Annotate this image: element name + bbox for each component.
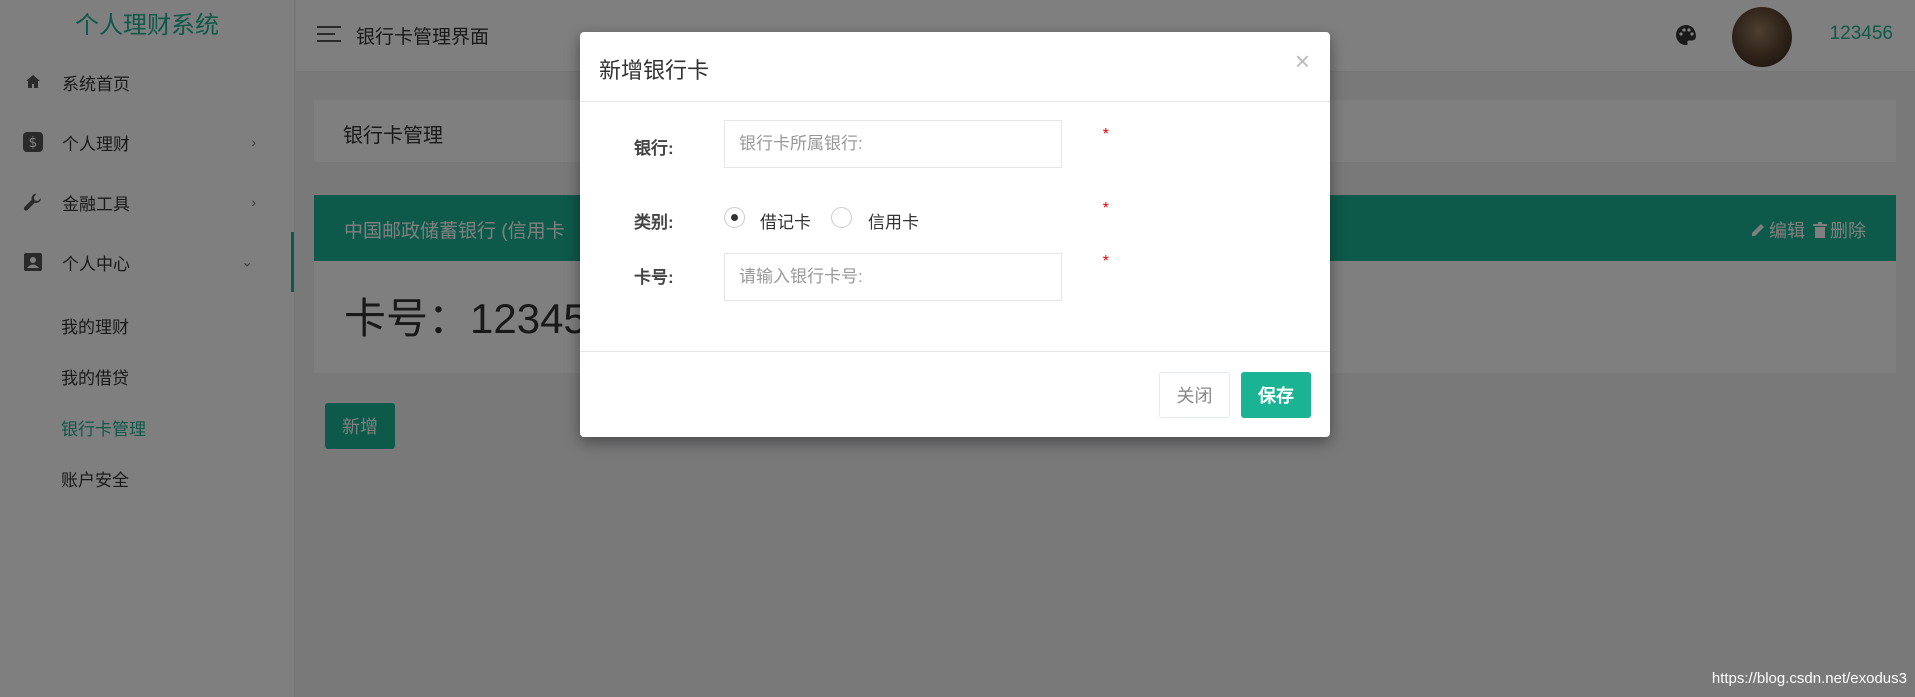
bank-label: 银行:: [634, 139, 674, 158]
watermark-url: https://blog.csdn.net/exodus3: [1711, 670, 1907, 687]
close-icon[interactable]: ×: [1295, 46, 1310, 77]
required-mark: *: [1102, 253, 1109, 270]
save-button[interactable]: 保存: [1241, 372, 1311, 418]
cancel-button[interactable]: 关闭: [1159, 372, 1230, 418]
credit-radio-label[interactable]: 信用卡: [868, 208, 919, 233]
add-bank-card-modal: 新增银行卡 × 银行: * 类别: 借记卡 信用卡 * 卡号: * 关闭 保存: [580, 32, 1330, 437]
modal-footer: 关闭 保存: [580, 351, 1330, 437]
required-mark: *: [1102, 200, 1109, 217]
debit-radio[interactable]: [724, 207, 745, 228]
modal-title: 新增银行卡: [599, 58, 710, 83]
card-number-label: 卡号:: [634, 268, 674, 287]
credit-radio[interactable]: [831, 207, 852, 228]
modal-header: 新增银行卡 ×: [580, 32, 1330, 102]
bank-input[interactable]: [724, 120, 1062, 168]
card-number-input[interactable]: [724, 253, 1062, 301]
debit-radio-label[interactable]: 借记卡: [760, 208, 811, 233]
required-mark: *: [1102, 126, 1109, 143]
type-label: 类别:: [634, 213, 674, 232]
